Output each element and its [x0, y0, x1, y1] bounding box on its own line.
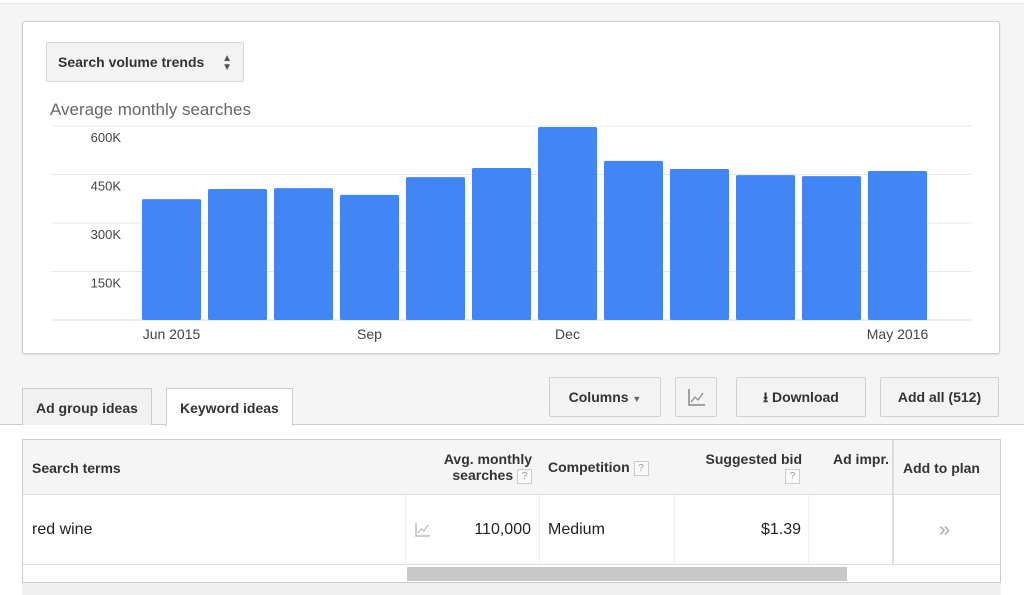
header-competition[interactable]: Competition ?	[548, 459, 649, 476]
horizontal-scrollbar[interactable]	[407, 567, 847, 581]
chart-toggle-button[interactable]	[675, 377, 717, 417]
bar-aug	[274, 188, 333, 320]
columns-button[interactable]: Columns ▼	[549, 377, 661, 417]
help-icon[interactable]: ?	[785, 468, 800, 484]
bar-may-2016	[868, 170, 927, 320]
header-suggested-bid[interactable]: Suggested bid?	[706, 451, 802, 484]
bar-jul	[208, 189, 267, 320]
bar-nov	[472, 168, 531, 320]
caret-down-icon: ▼	[632, 394, 642, 404]
header-bid-label: Suggested bid	[705, 451, 802, 467]
trend-chart-icon[interactable]	[413, 521, 433, 539]
cell-search-term: red wine	[32, 521, 93, 538]
bar-apr	[802, 176, 861, 320]
y-tick-label: 150K	[91, 276, 122, 291]
header-ad-impr[interactable]: Ad impr.	[833, 451, 889, 467]
x-tick-label: Sep	[357, 326, 382, 342]
columns-label: Columns	[568, 389, 629, 405]
header-avg-monthly-searches[interactable]: Avg. monthly searches ?	[444, 451, 532, 484]
bar-oct	[406, 177, 465, 320]
cell-avg-searches: 110,000	[474, 521, 531, 538]
tabs-divider	[0, 424, 1024, 425]
cell-suggested-bid: $1.39	[760, 521, 801, 538]
y-tick-label: 600K	[91, 130, 122, 145]
y-tick-label: 300K	[91, 227, 122, 242]
download-button[interactable]: ⭳ Download	[736, 377, 866, 417]
download-icon: ⭳	[763, 389, 769, 405]
header-avg-line1: Avg. monthly	[443, 451, 532, 467]
y-tick-label: 450K	[91, 179, 122, 194]
x-tick-label: Jun 2015	[143, 326, 201, 342]
bar-feb	[670, 169, 729, 320]
bar-sep	[340, 194, 399, 320]
help-icon[interactable]: ?	[517, 468, 532, 484]
header-competition-label: Competition	[548, 459, 630, 475]
header-avg-line2: searches	[452, 467, 514, 483]
bar-dec	[538, 126, 597, 320]
tab-keyword-ideas[interactable]: Keyword ideas	[166, 388, 293, 426]
bar-chart: 600K 450K 300K 150K Jun 2015 Sep Dec May 2016	[51, 125, 972, 342]
bar-jan	[604, 160, 663, 320]
header-search-terms[interactable]: Search terms	[32, 460, 121, 476]
line-chart-icon	[688, 389, 705, 406]
table-footer	[22, 583, 1001, 595]
add-to-plan-button[interactable]: »	[939, 495, 950, 565]
table-header: Search terms Avg. monthly searches ? Comp…	[23, 440, 1000, 565]
download-label: Download	[771, 389, 839, 405]
x-tick-label: May 2016	[867, 326, 929, 342]
tab-ad-group-ideas[interactable]: Ad group ideas	[22, 388, 152, 425]
help-icon[interactable]: ?	[633, 460, 649, 476]
top-bar	[0, 0, 1024, 4]
add-all-button[interactable]: Add all (512)	[880, 377, 999, 417]
bar-mar	[736, 175, 795, 320]
x-tick-label: Dec	[555, 326, 580, 342]
bar-jun-2015	[142, 199, 201, 320]
cell-competition: Medium	[548, 521, 605, 538]
table-row: red wine 110,000 Medium $1.39 »	[23, 495, 1000, 565]
chart-card: Search volume trends ▲ ▼ Average monthly …	[22, 21, 1000, 354]
keyword-table: Search terms Avg. monthly searches ? Comp…	[22, 439, 1001, 583]
